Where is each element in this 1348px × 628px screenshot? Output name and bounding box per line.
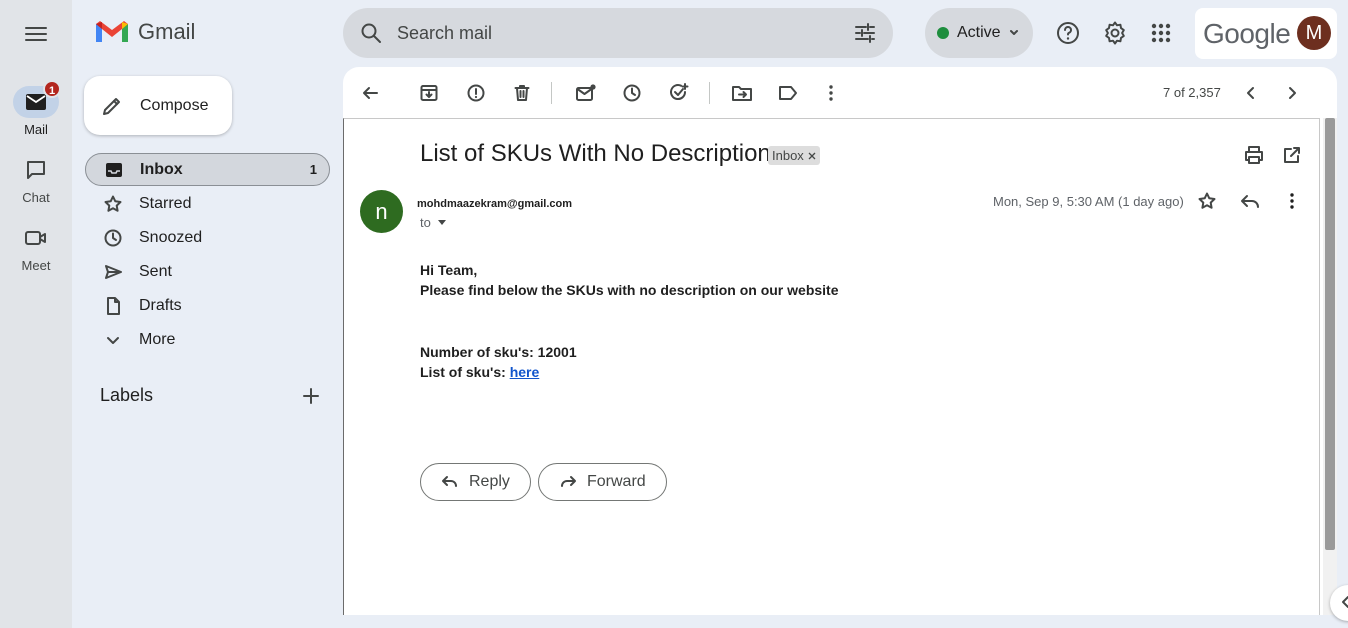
pencil-icon: [100, 94, 124, 118]
account-switcher[interactable]: Google M: [1195, 8, 1337, 59]
message-date: Mon, Sep 9, 5:30 AM (1 day ago): [993, 194, 1184, 209]
video-icon: [24, 228, 48, 248]
unread-badge: 1: [43, 80, 61, 98]
caret-down-icon: [437, 219, 447, 226]
list-prefix: List of sku's:: [420, 364, 510, 380]
chevron-down-icon: [1009, 29, 1019, 37]
delete-trash-icon[interactable]: [510, 81, 534, 105]
reply-arrow-icon[interactable]: [1238, 189, 1262, 213]
chevron-left-icon: [1338, 594, 1348, 610]
body-greeting: Hi Team,: [420, 262, 478, 278]
sender-email[interactable]: mohdmaazekram@gmail.com: [417, 198, 572, 210]
scrollbar-thumb[interactable]: [1325, 118, 1335, 550]
mail-icon: [25, 93, 47, 111]
help-icon[interactable]: [1054, 18, 1082, 48]
inbox-icon: [104, 160, 124, 180]
nav-item-sent[interactable]: Sent: [85, 255, 330, 288]
rail-item-label: Chat: [22, 190, 50, 205]
mark-unread-icon[interactable]: [574, 81, 598, 105]
gmail-m-icon: [94, 18, 130, 46]
rail-item-chat[interactable]: Chat: [0, 154, 72, 205]
search-options-icon[interactable]: [853, 21, 877, 45]
nav-label: Sent: [139, 262, 172, 280]
clock-icon: [103, 228, 123, 248]
forward-label: Forward: [587, 473, 646, 490]
more-vert-icon[interactable]: [1280, 189, 1304, 213]
nav-label: Snoozed: [139, 228, 203, 246]
label-chip-text: Inbox: [772, 148, 804, 163]
apps-grid-icon[interactable]: [1147, 18, 1175, 48]
nav-item-snoozed[interactable]: Snoozed: [85, 221, 330, 254]
nav-item-more[interactable]: More: [85, 323, 330, 356]
nav-item-drafts[interactable]: Drafts: [85, 289, 330, 322]
nav-label: More: [139, 330, 176, 348]
message-subject: List of SKUs With No Description: [420, 140, 771, 167]
archive-icon[interactable]: [417, 81, 441, 105]
move-to-folder-icon[interactable]: [730, 81, 754, 105]
labels-heading: Labels: [100, 385, 154, 405]
toolbar-divider: [709, 82, 710, 104]
chevron-left-icon[interactable]: [1239, 81, 1263, 105]
report-spam-icon[interactable]: [464, 81, 488, 105]
star-icon: [103, 194, 123, 214]
unread-count: 1: [309, 162, 317, 177]
add-task-icon[interactable]: [667, 81, 691, 105]
sku-list-link[interactable]: here: [510, 364, 540, 380]
pager-text: 7 of 2,357: [1163, 85, 1221, 100]
search-icon[interactable]: [359, 21, 383, 45]
search-bar[interactable]: Search mail: [343, 8, 893, 58]
chat-icon: [25, 159, 47, 181]
settings-gear-icon[interactable]: [1101, 18, 1129, 48]
snooze-clock-icon[interactable]: [620, 81, 644, 105]
rail-item-label: Meet: [21, 258, 51, 273]
recipient-details[interactable]: to: [420, 215, 447, 230]
body-intro: Please find below the SKUs with no descr…: [420, 282, 839, 298]
toolbar-divider: [551, 82, 552, 104]
nav-label: Starred: [139, 194, 192, 212]
rail-item-meet[interactable]: Meet: [0, 222, 72, 273]
nav-item-starred[interactable]: Starred: [85, 187, 330, 220]
body-list-line: List of sku's: here: [420, 364, 539, 380]
print-icon[interactable]: [1242, 143, 1266, 167]
rail-item-mail[interactable]: 1 Mail: [0, 80, 72, 137]
rail-item-label: Mail: [24, 122, 48, 137]
forward-button[interactable]: Forward: [538, 463, 667, 501]
status-label: Active: [957, 24, 1001, 41]
remove-label-close-icon[interactable]: [808, 152, 816, 160]
compose-button[interactable]: Compose: [84, 76, 232, 135]
more-vert-icon[interactable]: [819, 81, 843, 105]
reply-button[interactable]: Reply: [420, 463, 531, 501]
back-arrow-icon[interactable]: [358, 81, 382, 105]
sender-avatar[interactable]: n: [360, 190, 403, 233]
chevron-down-icon: [103, 330, 123, 350]
reply-label: Reply: [469, 473, 510, 490]
gmail-logo[interactable]: Gmail: [94, 18, 195, 46]
account-avatar[interactable]: M: [1297, 16, 1331, 50]
open-new-window-icon[interactable]: [1280, 143, 1304, 167]
forward-arrow-icon: [559, 474, 577, 490]
compose-label: Compose: [140, 96, 209, 114]
to-label: to: [420, 215, 431, 230]
nav-label: Drafts: [139, 296, 182, 314]
star-icon[interactable]: [1195, 189, 1219, 213]
reply-arrow-icon: [441, 474, 459, 490]
main-menu-button[interactable]: [22, 22, 50, 46]
nav-item-inbox[interactable]: Inbox 1: [85, 153, 330, 186]
google-brand: Google: [1203, 17, 1291, 49]
body-count-line: Number of sku's: 12001: [420, 344, 577, 360]
draft-icon: [103, 296, 123, 316]
search-input[interactable]: Search mail: [397, 23, 853, 44]
chevron-right-icon[interactable]: [1280, 81, 1304, 105]
inbox-label-chip[interactable]: Inbox: [768, 146, 820, 165]
add-label-plus-icon[interactable]: [301, 386, 321, 406]
label-tag-icon[interactable]: [776, 81, 800, 105]
nav-label: Inbox: [140, 160, 183, 178]
app-name: Gmail: [138, 19, 196, 44]
status-dropdown[interactable]: Active: [925, 8, 1033, 58]
send-icon: [103, 262, 123, 282]
status-dot: [937, 27, 949, 39]
